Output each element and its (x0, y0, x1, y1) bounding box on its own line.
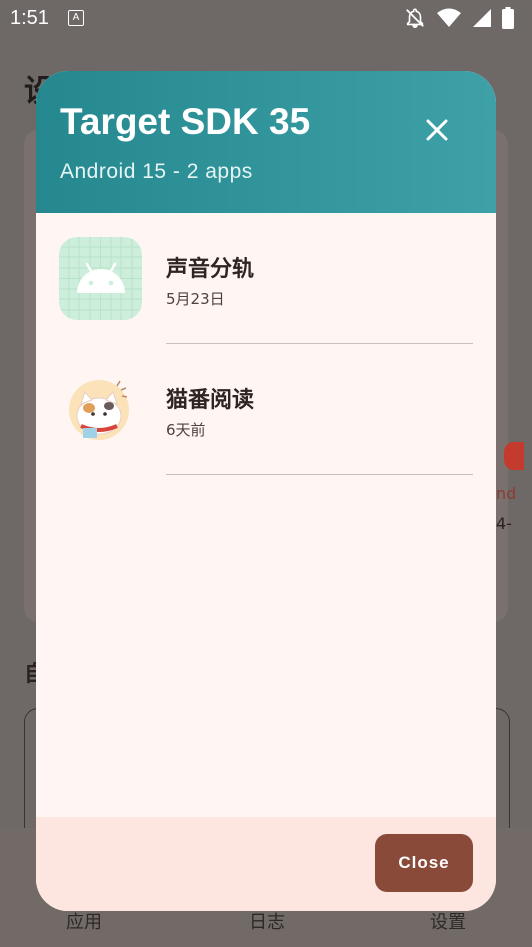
dialog-subtitle: Android 15 - 2 apps (60, 160, 253, 183)
dialog-title: Target SDK 35 (60, 101, 311, 142)
list-item[interactable]: 声音分轨 5月23日 (36, 213, 496, 344)
notifications-off-icon (406, 8, 424, 28)
nav-item-apps: 应用 (66, 912, 102, 933)
app-name: 声音分轨 (166, 257, 255, 282)
list-divider (166, 474, 473, 475)
app-date: 5月23日 (166, 290, 225, 308)
background-side-content: nd 4- (496, 422, 532, 533)
status-time: 1:51 (10, 7, 49, 29)
battery-icon (502, 7, 514, 29)
background-side-text-2: 4- (496, 514, 512, 533)
close-icon[interactable] (418, 111, 456, 149)
app-date: 6天前 (166, 421, 206, 439)
list-item[interactable]: 猫番阅读 6天前 (36, 344, 496, 475)
android-default-icon (59, 237, 142, 320)
app-list: 声音分轨 5月23日 猫番阅读 6天前 (36, 213, 496, 475)
target-sdk-dialog: Target SDK 35 Android 15 - 2 apps 声音分轨 5… (36, 71, 496, 911)
status-bar: 1:51 A (0, 0, 532, 38)
app-name: 猫番阅读 (166, 388, 255, 413)
nav-item-settings: 设置 (430, 912, 466, 933)
close-button[interactable]: Close (375, 834, 473, 892)
cat-reading-app-icon (59, 368, 142, 451)
notification-app-icon: A (68, 10, 84, 26)
dialog-header: Target SDK 35 Android 15 - 2 apps (36, 71, 496, 213)
nav-item-logs: 日志 (249, 912, 285, 933)
wifi-icon (437, 8, 461, 27)
background-badge (504, 442, 524, 470)
signal-icon (473, 9, 491, 27)
background-side-text-1: nd (496, 484, 517, 503)
status-icons (404, 7, 514, 29)
dialog-footer: Close (36, 817, 496, 911)
